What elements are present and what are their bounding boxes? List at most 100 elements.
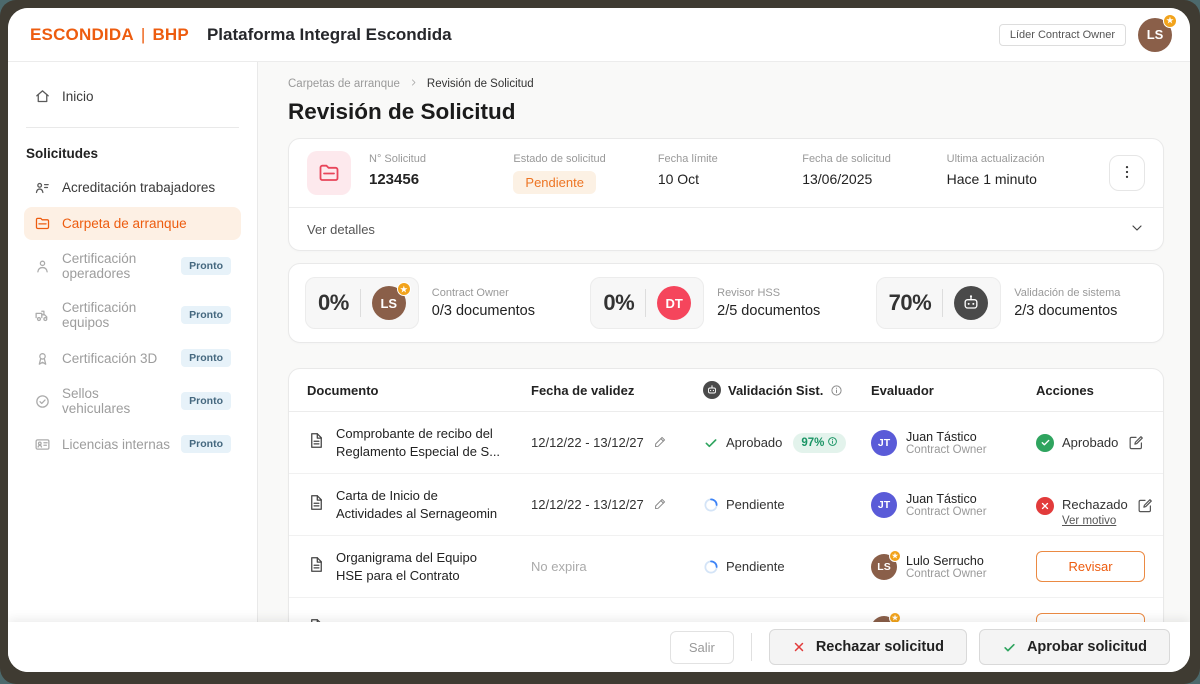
sidebar-item-label: Sellos vehiculares	[62, 386, 170, 416]
request-summary-top: N° Solicitud123456Estado de solicitudPen…	[289, 139, 1163, 207]
progress-meta: Validación de sistema 2/3 documentos	[1014, 287, 1120, 319]
validity-value: 12/12/22 - 13/12/27	[531, 497, 644, 512]
request-summary-card: N° Solicitud123456Estado de solicitudPen…	[288, 138, 1164, 251]
status-badge: Pendiente	[513, 171, 596, 194]
percent-pill: 70%	[876, 277, 1002, 329]
pill-divider	[645, 289, 646, 317]
revisar-button[interactable]: Revisar	[1036, 551, 1145, 582]
validity-cell: 12/12/22 - 13/12/27	[531, 496, 703, 514]
kebab-icon	[1118, 163, 1136, 184]
window-body: Inicio Solicitudes Acreditación trabajad…	[8, 62, 1190, 672]
user-avatar[interactable]: LS ★	[1138, 18, 1172, 52]
sidebar-item-inicio[interactable]: Inicio	[24, 80, 241, 113]
validation-score-badge[interactable]: 97%	[793, 433, 846, 453]
sidebar-item: Certificación operadores Pronto	[24, 243, 241, 289]
progress-widget: 0%LS★Contract Owner0/3 documentos	[305, 277, 576, 329]
avatar: JT	[871, 492, 897, 518]
edit-evaluation-icon[interactable]	[1136, 497, 1154, 515]
file-icon	[307, 431, 326, 455]
star-icon: ★	[889, 550, 901, 562]
request-field: Fecha de solicitud13/06/2025	[802, 153, 946, 194]
avatar	[954, 286, 988, 320]
field-value: Hace 1 minuto	[947, 171, 1091, 187]
more-options-button[interactable]	[1109, 155, 1145, 191]
pronto-badge: Pronto	[181, 257, 231, 275]
evaluator-role: Contract Owner	[906, 444, 987, 456]
ver-detalles-toggle[interactable]: Ver detalles	[289, 208, 1163, 250]
field-value: 10 Oct	[658, 171, 802, 187]
sidebar-items: Acreditación trabajadores Carpeta de arra…	[24, 171, 241, 461]
breadcrumb-current: Revisión de Solicitud	[427, 78, 534, 90]
pronto-badge: Pronto	[181, 306, 231, 324]
actions-cell: RechazadoVer motivo	[1036, 482, 1154, 527]
rechazar-solicitud-button[interactable]: Rechazar solicitud	[769, 629, 967, 665]
sidebar-item-label: Certificación 3D	[62, 351, 157, 366]
validity-value: 12/12/22 - 13/12/27	[531, 435, 644, 450]
col-documento: Documento	[307, 383, 531, 398]
pronto-badge: Pronto	[181, 349, 231, 367]
sidebar-item-label: Licencias internas	[62, 437, 170, 452]
sidebar-item-label: Certificación operadores	[62, 251, 170, 281]
seal-check-icon	[34, 393, 51, 410]
folder-icon	[307, 151, 351, 195]
file-icon	[307, 555, 326, 579]
spinner-icon	[703, 497, 719, 513]
file-icon	[307, 493, 326, 517]
evaluator-role: Contract Owner	[906, 568, 987, 580]
table-row: Comprobante de recibo delReglamento Espe…	[289, 412, 1163, 474]
sidebar-item: Certificación equipos Pronto	[24, 292, 241, 338]
percent-value: 0%	[318, 290, 349, 316]
info-icon[interactable]	[830, 384, 843, 397]
progress-summary-card: 0%LS★Contract Owner0/3 documentos 0%DTRev…	[288, 263, 1164, 343]
document-name: Comprobante de recibo delReglamento Espe…	[336, 425, 500, 460]
field-label: Estado de solicitud	[513, 153, 657, 165]
logo-escondida: ESCONDIDA	[30, 25, 134, 45]
x-icon	[792, 640, 806, 654]
pencil-icon[interactable]	[653, 434, 668, 452]
header-right: Líder Contract Owner LS ★	[999, 18, 1172, 52]
percent-pill: 0%DT	[590, 277, 704, 329]
breadcrumb-parent[interactable]: Carpetas de arranque	[288, 78, 400, 90]
home-icon	[34, 88, 51, 105]
id-card-icon	[34, 436, 51, 453]
progress-role: Validación de sistema	[1014, 287, 1120, 299]
sidebar-item: Certificación 3D Pronto	[24, 341, 241, 375]
progress-widget: 0%DTRevisor HSS2/5 documentos	[590, 277, 861, 329]
app-title: Plataforma Integral Escondida	[207, 25, 452, 45]
aprobar-solicitud-button[interactable]: Aprobar solicitud	[979, 629, 1170, 665]
percent-value: 70%	[889, 290, 932, 316]
validity-cell: No expira	[531, 559, 703, 574]
document-cell: Comprobante de recibo delReglamento Espe…	[307, 425, 531, 460]
sidebar-item-label: Carpeta de arranque	[62, 216, 187, 231]
evaluator-name: Juan Tástico	[906, 492, 987, 506]
validation-cell: Pendiente	[703, 559, 871, 575]
progress-docs: 2/5 documentos	[717, 303, 820, 319]
logo-bhp: BHP	[152, 25, 189, 45]
sidebar-item-label: Certificación equipos	[62, 300, 170, 330]
chevron-down-icon	[1129, 220, 1145, 239]
salir-button[interactable]: Salir	[670, 631, 734, 664]
star-icon: ★	[397, 282, 411, 296]
sidebar-item[interactable]: Acreditación trabajadores	[24, 171, 241, 204]
person-icon	[34, 258, 51, 275]
pronto-badge: Pronto	[181, 435, 231, 453]
sidebar-item[interactable]: Carpeta de arranque	[24, 207, 241, 240]
progress-docs: 2/3 documentos	[1014, 303, 1120, 319]
validation-cell: Aprobado97%	[703, 433, 871, 453]
evaluator-name: Lulo Serrucho	[906, 554, 987, 568]
evaluator-role: Contract Owner	[906, 506, 987, 518]
chevron-right-icon	[409, 78, 418, 90]
evaluator-name: Juan Tástico	[906, 430, 987, 444]
app-header: ESCONDIDA | BHP Plataforma Integral Esco…	[8, 8, 1190, 62]
field-label: Ultima actualización	[947, 153, 1091, 165]
edit-evaluation-icon[interactable]	[1127, 434, 1145, 452]
document-name: Carta de Inicio deActividades al Sernage…	[336, 487, 497, 522]
validity-cell: 12/12/22 - 13/12/27	[531, 434, 703, 452]
equipment-icon	[34, 307, 51, 324]
ver-motivo-link[interactable]: Ver motivo	[1062, 515, 1128, 527]
request-fields: N° Solicitud123456Estado de solicitudPen…	[369, 153, 1091, 194]
actions-cell: Aprobado	[1036, 434, 1145, 452]
document-name: Organigrama del EquipoHSE para el Contra…	[336, 549, 477, 584]
sidebar: Inicio Solicitudes Acreditación trabajad…	[8, 62, 258, 672]
pencil-icon[interactable]	[653, 496, 668, 514]
